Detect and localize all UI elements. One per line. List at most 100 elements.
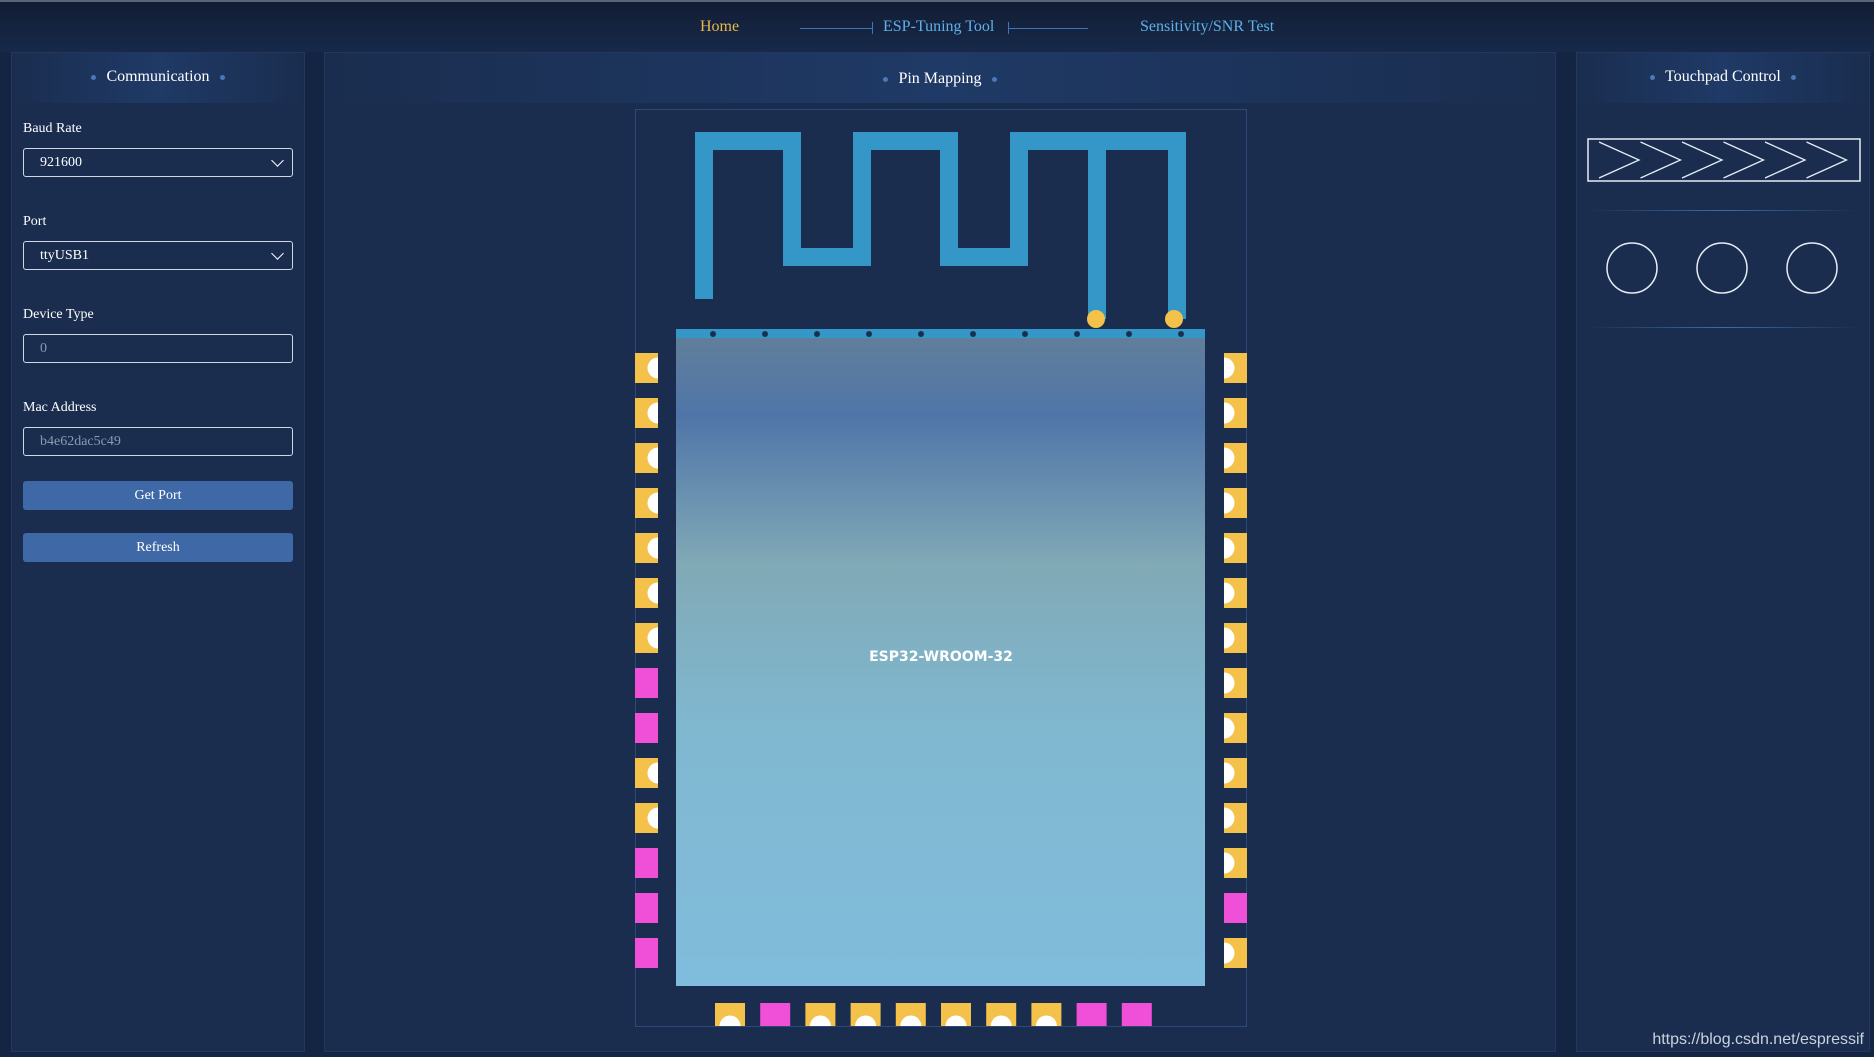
- bottom-pin-7[interactable]: [986, 1003, 1017, 1026]
- right-pin-12[interactable]: [1224, 848, 1247, 878]
- bottom-pin-1[interactable]: [715, 1003, 745, 1026]
- left-pin-5[interactable]: [635, 533, 658, 563]
- bottom-pin-2-body: [760, 1003, 791, 1026]
- nav-tick-left: [872, 22, 873, 34]
- chip-name: ESP32-WROOM-32: [869, 649, 1013, 665]
- nav-divider-left: [800, 28, 872, 29]
- refresh-button[interactable]: Refresh: [23, 533, 293, 562]
- bottom-pin-row: [715, 1003, 1152, 1026]
- left-pin-13[interactable]: [635, 893, 658, 923]
- left-pin-12-body: [635, 848, 658, 878]
- left-pin-1[interactable]: [635, 353, 658, 383]
- touch-button-2[interactable]: [1696, 242, 1748, 294]
- strip-dot: [710, 331, 716, 337]
- touchpad-panel: Touchpad Control: [1576, 52, 1870, 1052]
- communication-title: Communication: [106, 68, 210, 85]
- get-port-button[interactable]: Get Port: [23, 481, 293, 510]
- left-pin-8-body: [635, 668, 658, 698]
- nav-home-link[interactable]: Home: [700, 18, 739, 36]
- left-pin-11[interactable]: [635, 803, 658, 833]
- right-pin-13[interactable]: [1224, 893, 1247, 923]
- bottom-pin-8[interactable]: [1031, 1003, 1062, 1026]
- strip-dot: [1178, 331, 1184, 337]
- right-pin-4[interactable]: [1224, 488, 1247, 518]
- left-pin-8[interactable]: [635, 668, 658, 698]
- app-title: ESP-Tuning Tool: [883, 18, 995, 35]
- right-pin-3[interactable]: [1224, 443, 1247, 473]
- touch-slider[interactable]: [1587, 138, 1861, 182]
- communication-panel: Communication Baud Rate 921600 Port ttyU…: [11, 52, 305, 1052]
- title-dot-icon: [1650, 74, 1656, 80]
- nav-snr-link[interactable]: Sensitivity/SNR Test: [1140, 18, 1274, 36]
- strip-dot: [762, 331, 768, 337]
- touchpad-panel-header: Touchpad Control: [1577, 53, 1869, 103]
- touchpad-divider: [1587, 210, 1859, 211]
- left-pin-3[interactable]: [635, 443, 658, 473]
- baud-rate-select[interactable]: 921600: [23, 148, 293, 177]
- right-pin-8[interactable]: [1224, 668, 1247, 698]
- bottom-pin-4[interactable]: [850, 1003, 881, 1026]
- bottom-pin-10[interactable]: [1121, 1003, 1152, 1026]
- right-pin-1[interactable]: [1224, 353, 1247, 383]
- left-pin-2[interactable]: [635, 398, 658, 428]
- bottom-pin-3[interactable]: [805, 1003, 836, 1026]
- chevron-down-icon: [271, 247, 284, 260]
- antenna-pad: [1165, 310, 1183, 328]
- title-dot-icon: [219, 74, 225, 80]
- left-pin-7[interactable]: [635, 623, 658, 653]
- touch-button-1[interactable]: [1606, 242, 1658, 294]
- title-dot-icon: [1790, 74, 1796, 80]
- left-pin-14[interactable]: [635, 938, 658, 968]
- bottom-pin-5[interactable]: [895, 1003, 926, 1026]
- strip-dot: [866, 331, 872, 337]
- slider-arrow-icon: [1764, 141, 1807, 179]
- pcb-antenna-trace: [695, 132, 1186, 319]
- left-pin-4[interactable]: [635, 488, 658, 518]
- nav-divider-right: [1008, 28, 1088, 29]
- left-pin-12[interactable]: [635, 848, 658, 878]
- bottom-pin-2[interactable]: [760, 1003, 791, 1026]
- touchpad-title: Touchpad Control: [1665, 68, 1781, 85]
- strip-dot: [1126, 331, 1132, 337]
- left-pin-9[interactable]: [635, 713, 658, 743]
- slider-arrows: [1598, 141, 1849, 179]
- touch-button-3[interactable]: [1786, 242, 1838, 294]
- slider-arrow-icon: [1640, 141, 1683, 179]
- title-dot-icon: [91, 74, 97, 80]
- mac-address-placeholder: b4e62dac5c49: [40, 434, 121, 449]
- right-pin-11[interactable]: [1224, 803, 1247, 833]
- shield-top-strip: [676, 329, 1205, 339]
- device-type-input[interactable]: 0: [23, 334, 293, 363]
- slider-arrow-icon: [1723, 141, 1766, 179]
- slider-arrow-icon: [1806, 141, 1849, 179]
- baud-rate-value: 921600: [40, 155, 82, 170]
- mac-address-input[interactable]: b4e62dac5c49: [23, 427, 293, 456]
- bottom-pin-9-body: [1076, 1003, 1107, 1026]
- watermark-url: https://blog.csdn.net/espressif: [1652, 1031, 1864, 1048]
- port-select[interactable]: ttyUSB1: [23, 241, 293, 270]
- left-pin-10[interactable]: [635, 758, 658, 788]
- right-pin-2[interactable]: [1224, 398, 1247, 428]
- bottom-pin-6[interactable]: [941, 1003, 971, 1026]
- bottom-pin-9[interactable]: [1076, 1003, 1107, 1026]
- right-pin-5[interactable]: [1224, 533, 1247, 563]
- right-pin-14[interactable]: [1224, 938, 1247, 968]
- right-pin-9[interactable]: [1224, 713, 1247, 743]
- right-pin-7[interactable]: [1224, 623, 1247, 653]
- left-pin-6[interactable]: [635, 578, 658, 608]
- chevron-down-icon: [271, 154, 284, 167]
- port-label: Port: [23, 214, 47, 229]
- port-value: ttyUSB1: [40, 248, 90, 263]
- mac-address-label: Mac Address: [23, 400, 97, 415]
- bottom-pin-10-body: [1121, 1003, 1152, 1026]
- right-pin-6[interactable]: [1224, 578, 1247, 608]
- strip-dot: [1074, 331, 1080, 337]
- slider-frame: [1587, 138, 1861, 182]
- right-pin-row: [1224, 353, 1247, 968]
- left-pin-14-body: [635, 938, 658, 968]
- pin-mapping-title: Pin Mapping: [898, 70, 982, 87]
- touch-button-row: [1606, 242, 1838, 294]
- left-pin-row: [635, 353, 658, 968]
- right-pin-10[interactable]: [1224, 758, 1247, 788]
- strip-dot: [1022, 331, 1028, 337]
